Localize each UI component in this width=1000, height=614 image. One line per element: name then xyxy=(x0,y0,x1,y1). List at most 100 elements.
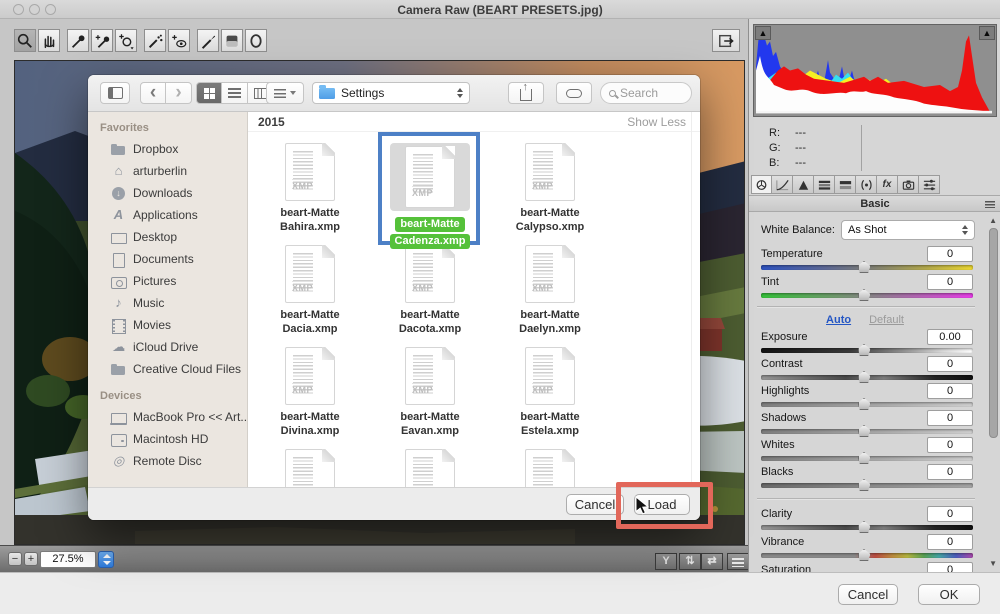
temperature-thumb[interactable] xyxy=(858,261,871,273)
preview-preferences-button[interactable] xyxy=(727,553,749,570)
list-view-button[interactable] xyxy=(222,82,248,104)
blacks-value[interactable]: 0 xyxy=(927,464,973,480)
tab-split-toning[interactable] xyxy=(835,175,856,194)
red-eye-tool-button[interactable] xyxy=(168,29,190,52)
tab-effects[interactable]: fx xyxy=(877,175,898,194)
highlight-clipping-button[interactable]: ▲ xyxy=(979,26,995,40)
vibrance-thumb[interactable] xyxy=(858,549,871,561)
clarity-value[interactable]: 0 xyxy=(927,506,973,522)
cancel-button[interactable]: Cancel xyxy=(838,584,898,605)
sidebar-item-dropbox[interactable]: Dropbox xyxy=(88,138,247,160)
tab-basic[interactable] xyxy=(751,175,772,194)
highlights-thumb[interactable] xyxy=(858,398,871,410)
auto-link[interactable]: Auto xyxy=(826,314,851,326)
file-item-partial[interactable]: XMP xyxy=(370,438,490,487)
zoom-out-button[interactable]: − xyxy=(8,552,22,566)
white-balance-tool-button[interactable] xyxy=(67,29,89,52)
back-button[interactable]: ‹ xyxy=(140,82,166,104)
exposure-value[interactable]: 0.00 xyxy=(927,329,973,345)
graduated-filter-tool-button[interactable] xyxy=(221,29,243,52)
highlights-value[interactable]: 0 xyxy=(927,383,973,399)
shadows-thumb[interactable] xyxy=(858,425,871,437)
forward-button[interactable]: › xyxy=(166,82,192,104)
white-balance-select[interactable]: As Shot xyxy=(841,220,975,240)
shadow-clipping-button[interactable]: ▲ xyxy=(755,26,771,40)
contrast-thumb[interactable] xyxy=(858,371,871,383)
toggle-fullscreen-button[interactable] xyxy=(712,29,740,52)
exposure-thumb[interactable] xyxy=(858,344,871,356)
radial-filter-tool-button[interactable] xyxy=(245,29,267,52)
sidebar-item-movies[interactable]: Movies xyxy=(88,314,247,336)
histogram[interactable]: ▲ ▲ xyxy=(753,24,997,117)
sidebar-toggle-button[interactable] xyxy=(100,82,130,104)
contrast-value[interactable]: 0 xyxy=(927,356,973,372)
file-item[interactable]: XMP beart-MatteDacota.xmp xyxy=(370,234,490,336)
whites-thumb[interactable] xyxy=(858,452,871,464)
icon-view-button[interactable] xyxy=(196,82,222,104)
shadows-value[interactable]: 0 xyxy=(927,410,973,426)
blacks-thumb[interactable] xyxy=(858,479,871,491)
file-item-selected[interactable]: XMP beart-MatteCadenza.xmp xyxy=(370,132,490,234)
tab-detail[interactable] xyxy=(793,175,814,194)
ok-button[interactable]: OK xyxy=(918,584,980,605)
file-item[interactable]: XMP beart-MatteDaelyn.xmp xyxy=(490,234,610,336)
tint-value[interactable]: 0 xyxy=(927,274,973,290)
default-link[interactable]: Default xyxy=(869,314,904,326)
clarity-thumb[interactable] xyxy=(858,521,871,533)
location-dropdown[interactable]: Settings xyxy=(312,82,470,104)
file-item-partial[interactable]: XMP xyxy=(250,438,370,487)
sidebar-item-macintosh-hd[interactable]: Macintosh HD xyxy=(88,428,247,450)
file-item[interactable]: XMP beart-MatteEavan.xmp xyxy=(370,336,490,438)
file-item-partial[interactable]: XMP xyxy=(490,438,610,487)
split-view-button[interactable]: Y xyxy=(655,553,677,570)
sidebar-item-creative-cloud[interactable]: Creative Cloud Files xyxy=(88,358,247,380)
sidebar-item-remote-disc[interactable]: ◎Remote Disc xyxy=(88,450,247,472)
annotation-highlight-load xyxy=(616,482,713,529)
saturation-value[interactable]: 0 xyxy=(927,562,973,572)
tags-button[interactable] xyxy=(556,82,592,104)
sidebar-item-desktop[interactable]: Desktop xyxy=(88,226,247,248)
tab-hsl-grayscale[interactable] xyxy=(814,175,835,194)
file-item[interactable]: XMP beart-MatteDivina.xmp xyxy=(250,336,370,438)
tab-camera-calibration[interactable] xyxy=(898,175,919,194)
scrollbar-down-icon[interactable]: ▼ xyxy=(989,559,997,568)
file-list-scrollbar[interactable] xyxy=(691,112,700,487)
search-input[interactable] xyxy=(620,86,676,100)
temperature-value[interactable]: 0 xyxy=(927,246,973,262)
zoom-level-field[interactable]: 27.5% xyxy=(40,551,96,568)
scrollbar-thumb[interactable] xyxy=(989,228,998,438)
sidebar-item-icloud[interactable]: ☁iCloud Drive xyxy=(88,336,247,358)
sidebar-item-music[interactable]: ♪Music xyxy=(88,292,247,314)
sidebar-item-applications[interactable]: AApplications xyxy=(88,204,247,226)
panel-menu-icon[interactable] xyxy=(985,201,995,208)
file-item[interactable]: XMP beart-MatteDacia.xmp xyxy=(250,234,370,336)
tint-thumb[interactable] xyxy=(858,289,871,301)
share-button[interactable] xyxy=(508,82,544,104)
sidebar-item-documents[interactable]: Documents xyxy=(88,248,247,270)
show-less-link[interactable]: Show Less xyxy=(627,115,686,129)
copy-settings-button[interactable]: ⇄ xyxy=(701,553,723,570)
scrollbar-up-icon[interactable]: ▲ xyxy=(989,216,997,225)
zoom-in-button[interactable]: + xyxy=(24,552,38,566)
before-after-swap-button[interactable]: ⇅ xyxy=(679,553,701,570)
color-sampler-tool-button[interactable] xyxy=(91,29,113,52)
targeted-adjustment-tool-button[interactable] xyxy=(115,29,137,52)
tab-tone-curve[interactable] xyxy=(772,175,793,194)
sidebar-item-downloads[interactable]: ↓Downloads xyxy=(88,182,247,204)
adjustment-brush-tool-button[interactable] xyxy=(197,29,219,52)
sidebar-item-home[interactable]: ⌂arturberlin xyxy=(88,160,247,182)
group-by-button[interactable] xyxy=(266,82,304,104)
whites-value[interactable]: 0 xyxy=(927,437,973,453)
sidebar-item-pictures[interactable]: Pictures xyxy=(88,270,247,292)
hand-tool-button[interactable] xyxy=(38,29,60,52)
zoom-level-stepper[interactable] xyxy=(98,551,114,568)
file-item[interactable]: XMP beart-MatteBahira.xmp xyxy=(250,132,370,234)
file-item[interactable]: XMP beart-MatteEstela.xmp xyxy=(490,336,610,438)
tab-lens-corrections[interactable] xyxy=(856,175,877,194)
spot-removal-tool-button[interactable] xyxy=(144,29,166,52)
sidebar-item-macbook[interactable]: MacBook Pro << Art... xyxy=(88,406,247,428)
tab-presets[interactable] xyxy=(919,175,940,194)
vibrance-value[interactable]: 0 xyxy=(927,534,973,550)
zoom-tool-button[interactable] xyxy=(14,29,36,52)
file-item[interactable]: XMP beart-MatteCalypso.xmp xyxy=(490,132,610,234)
